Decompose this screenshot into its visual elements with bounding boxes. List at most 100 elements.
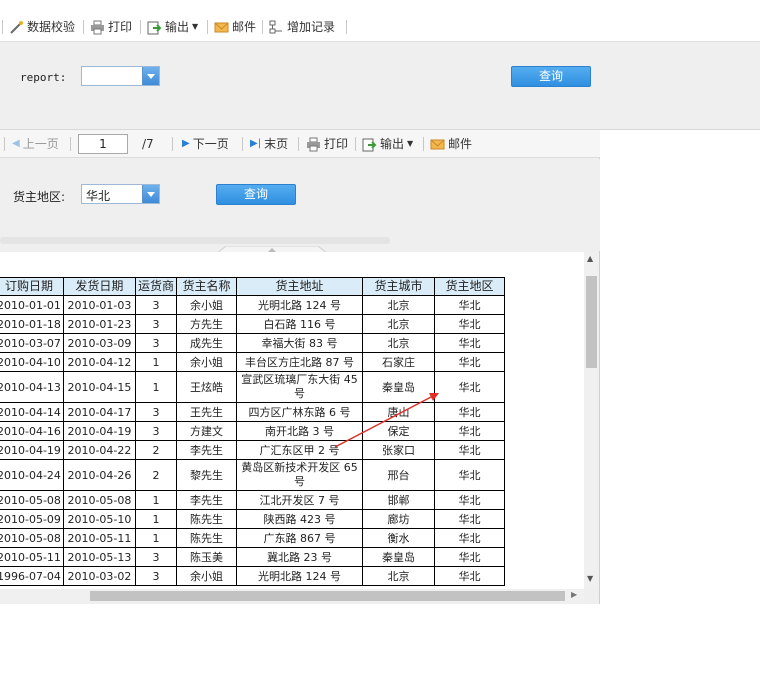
column-header: 货主名称	[175, 277, 237, 296]
table-cell: 王炫皓	[175, 371, 237, 403]
last-page-button[interactable]: ▶| 末页	[250, 136, 288, 152]
table-cell: 3	[134, 547, 177, 567]
table-cell: 华北	[433, 547, 505, 567]
next-page-button[interactable]: ▶ 下一页	[182, 136, 229, 152]
toolbar-separator	[83, 20, 84, 34]
table-cell: 2010-05-11	[0, 547, 64, 567]
export-button-2[interactable]: 输出 ▼	[362, 136, 413, 152]
chevron-down-icon[interactable]	[142, 185, 159, 203]
table-row: 2010-05-08 2010-05-08 1 李先生 江北开发区 7 号邯郸 华北	[0, 490, 505, 510]
table-cell: 1	[134, 490, 177, 510]
query-button[interactable]: 查询	[511, 66, 591, 87]
export-icon	[362, 137, 377, 152]
scroll-right-icon[interactable]: ▶	[571, 590, 577, 599]
toolbar-separator	[70, 137, 71, 151]
table-cell: 北京	[361, 333, 435, 353]
table-cell: 2010-05-10	[62, 509, 136, 529]
table-row: 2010-04-16 2010-04-19 3 方建文 南开北路 3 号保定 华北	[0, 421, 505, 441]
table-cell: 2	[134, 440, 177, 460]
chevron-down-icon: ▼	[407, 139, 414, 148]
table-cell: 丰台区方庄北路 87 号	[235, 352, 363, 372]
toolbar-separator	[172, 137, 173, 151]
table-cell: 2010-04-16	[0, 421, 64, 441]
page-number-input[interactable]: 1	[78, 134, 128, 154]
table-cell: 陕西路 423 号	[235, 509, 363, 529]
report-frame: ◀ 上一页 1 /7 ▶ 下一页 ▶| 末页 打印 输出 ▼ 邮件 货主地区: …	[0, 130, 600, 604]
table-cell: 2010-05-08	[0, 528, 64, 548]
table-cell: 广东路 867 号	[235, 528, 363, 548]
export-button[interactable]: 输出 ▼	[147, 17, 198, 37]
table-row: 2010-04-24 2010-04-26 2 黎先生 黄岛区新技术开发区 65 号邢台…	[0, 459, 505, 491]
table-row: 2010-05-09 2010-05-10 1 陈先生 陕西路 423 号廊坊 华北	[0, 509, 505, 529]
table-cell: 华北	[433, 440, 505, 460]
table-cell: 余小姐	[175, 295, 237, 315]
table-cell: 2010-05-08	[62, 490, 136, 510]
collapse-handle[interactable]	[214, 243, 330, 255]
table-cell: 2010-04-19	[0, 440, 64, 460]
column-header: 货主城市	[361, 277, 435, 296]
table-cell: 廊坊	[361, 509, 435, 529]
table-cell: 华北	[433, 295, 505, 315]
validate-button[interactable]: 数据校验	[9, 17, 75, 37]
table-cell: 白石路 116 号	[235, 314, 363, 334]
toolbar-separator	[346, 20, 347, 34]
report-select[interactable]	[81, 66, 160, 86]
table-cell: 3	[134, 314, 177, 334]
horizontal-scroll-thumb[interactable]	[90, 591, 565, 601]
report-label: report:	[20, 71, 67, 84]
toolbar-separator	[262, 20, 263, 34]
data-table: 订购日期 发货日期 运货商 货主名称 货主地址 货主城市 货主地区 2010-01-01 201…	[0, 277, 505, 586]
table-row: 1996-07-04 2010-03-02 3 余小姐 光明北路 124 号北京 华北	[0, 566, 505, 586]
table-cell: 邯郸	[361, 490, 435, 510]
mail-button-2[interactable]: 邮件	[430, 136, 472, 152]
table-cell: 衡水	[361, 528, 435, 548]
table-cell: 2010-04-26	[62, 459, 136, 491]
table-cell: 保定	[361, 421, 435, 441]
column-header: 运货商	[134, 277, 177, 296]
toolbar-separator	[298, 137, 299, 151]
table-cell: 华北	[433, 371, 505, 403]
prev-page-button[interactable]: ◀ 上一页	[12, 136, 59, 152]
table-cell: 唐山	[361, 402, 435, 422]
parameter-panel: report: 查询	[0, 42, 760, 130]
table-cell: 华北	[433, 528, 505, 548]
printer-icon	[306, 137, 321, 152]
table-cell: 陈先生	[175, 528, 237, 548]
panel-splitter[interactable]	[0, 237, 390, 244]
table-cell: 3	[134, 566, 177, 586]
table-cell: 2010-05-08	[0, 490, 64, 510]
report-content: 订购日期 发货日期 运货商 货主名称 货主地址 货主城市 货主地区 2010-01-01 201…	[0, 252, 584, 589]
table-cell: 华北	[433, 421, 505, 441]
table-cell: 华北	[433, 459, 505, 491]
mail-icon	[214, 20, 229, 35]
vertical-scroll-thumb[interactable]	[586, 276, 597, 368]
region-select[interactable]: 华北	[81, 184, 160, 204]
column-header: 货主地址	[235, 277, 363, 296]
query-button-2[interactable]: 查询	[216, 184, 296, 205]
column-header: 发货日期	[62, 277, 136, 296]
table-cell: 成先生	[175, 333, 237, 353]
table-cell: 北京	[361, 566, 435, 586]
table-row: 2010-01-18 2010-01-23 3 方先生 白石路 116 号北京 华北	[0, 314, 505, 334]
toolbar-separator	[2, 20, 3, 34]
table-cell: 3	[134, 402, 177, 422]
print-button-2[interactable]: 打印	[306, 136, 348, 152]
top-toolbar: 数据校验 打印 输出 ▼ 邮件 增加记录	[0, 0, 760, 42]
add-record-button[interactable]: 增加记录	[269, 17, 335, 37]
scroll-down-icon[interactable]: ▼	[587, 574, 593, 583]
table-cell: 南开北路 3 号	[235, 421, 363, 441]
scroll-up-icon[interactable]: ▲	[587, 254, 593, 263]
table-cell: 北京	[361, 314, 435, 334]
page-total: /7	[142, 137, 154, 151]
mail-button[interactable]: 邮件	[214, 17, 256, 37]
table-cell: 2010-03-09	[62, 333, 136, 353]
chevron-down-icon: ▼	[192, 22, 199, 31]
toolbar-separator	[423, 137, 424, 151]
table-row: 2010-04-13 2010-04-15 1 王炫皓 宣武区琉璃厂东大街 45 号秦皇…	[0, 371, 505, 403]
chevron-down-icon[interactable]	[142, 67, 159, 85]
table-header-row: 订购日期 发货日期 运货商 货主名称 货主地址 货主城市 货主地区	[0, 277, 505, 296]
print-button[interactable]: 打印	[90, 17, 132, 37]
table-cell: 3	[134, 295, 177, 315]
table-row: 2010-05-08 2010-05-11 1 陈先生 广东路 867 号衡水 华北	[0, 528, 505, 548]
table-cell: 2010-05-11	[62, 528, 136, 548]
